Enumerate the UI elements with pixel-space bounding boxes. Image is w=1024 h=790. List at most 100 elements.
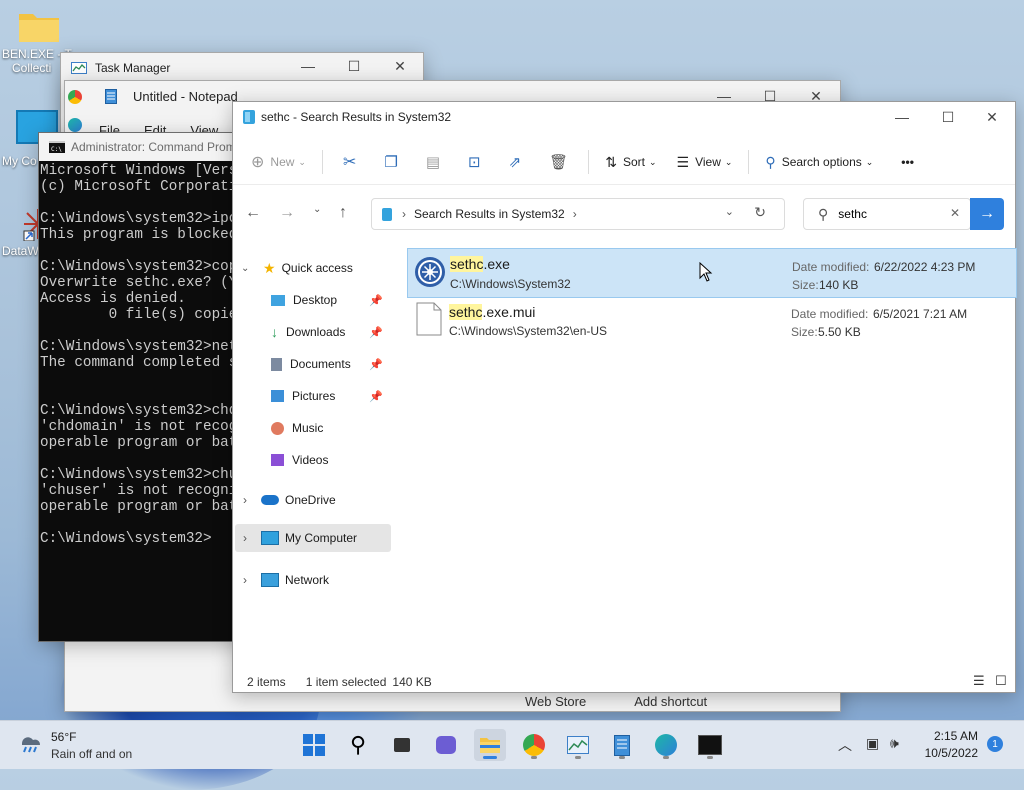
rename-button[interactable]: ⊡ <box>454 146 495 178</box>
chrome-icon <box>68 90 82 104</box>
search-icon[interactable]: ⚲ <box>342 729 374 761</box>
maximize-button[interactable]: ☐ <box>925 102 971 132</box>
cmd-icon: C:\ <box>49 141 65 153</box>
rename-icon: ⊡ <box>468 154 481 171</box>
sort-icon: ⇅ <box>605 153 617 170</box>
mouse-cursor-icon <box>699 262 713 282</box>
paste-button[interactable]: ▤ <box>412 146 454 178</box>
up-arrow-icon[interactable]: ↑ <box>339 204 347 222</box>
file-name: sethc.exe <box>450 256 510 272</box>
chevron-right-icon: › <box>402 207 406 221</box>
documents-icon <box>271 357 282 371</box>
notepad-taskbar-icon[interactable] <box>606 729 638 761</box>
cut-button[interactable]: ✂ <box>329 146 370 178</box>
sidebar-item-network[interactable]: › Network <box>233 566 389 594</box>
clock-time[interactable]: 2:15 AM <box>922 729 978 743</box>
list-item[interactable]: sethc.exe.mui C:\Windows\System32\en-US … <box>407 296 1015 344</box>
plus-icon: ⊕ <box>251 154 265 171</box>
breadcrumb[interactable]: Search Results in System32 <box>414 207 565 221</box>
clock-date[interactable]: 10/5/2022 <box>918 746 978 760</box>
task-view-icon[interactable] <box>386 729 418 761</box>
share-button[interactable]: ⇗ <box>495 146 536 178</box>
task-manager-icon <box>71 62 87 74</box>
sidebar-item-videos[interactable]: Videos <box>233 446 389 474</box>
close-button[interactable]: ✕ <box>969 102 1015 132</box>
copy-button[interactable]: ❐ <box>370 146 411 178</box>
tiles-view-icon[interactable]: ☐ <box>995 673 1007 689</box>
start-button[interactable] <box>298 729 330 761</box>
sidebar-item-my-computer[interactable]: › My Computer <box>235 524 391 552</box>
chevron-down-icon[interactable]: ⌄ <box>725 205 734 218</box>
chrome-taskbar-icon[interactable] <box>518 729 550 761</box>
size-value: 5.50 KB <box>818 325 861 339</box>
arrow-right-icon: → <box>979 205 995 222</box>
forward-arrow-icon[interactable]: → <box>279 204 295 222</box>
refresh-icon[interactable]: ↻ <box>754 204 766 221</box>
status-bar: 2 items 1 item selected 140 KB <box>247 675 432 689</box>
chat-icon[interactable] <box>430 729 462 761</box>
date-label: Date modified: <box>792 260 870 274</box>
more-button[interactable]: ••• <box>891 146 924 178</box>
maximize-button[interactable]: ☐ <box>331 51 377 81</box>
sidebar-item-music[interactable]: Music <box>233 414 389 442</box>
file-explorer-taskbar-icon[interactable] <box>474 729 506 761</box>
size-label: Size: <box>791 325 818 339</box>
volume-icon[interactable]: 🕪 <box>890 735 899 752</box>
view-icon: ☰ <box>676 153 690 170</box>
edge-taskbar-icon[interactable] <box>650 729 682 761</box>
date-value: 6/5/2021 7:21 AM <box>873 307 968 321</box>
sidebar-item-quick-access[interactable]: ⌄ ★ Quick access <box>233 254 389 282</box>
search-icon: ⚲ <box>818 205 829 222</box>
view-button[interactable]: ☰ View ⌄ <box>667 146 743 178</box>
rain-cloud-icon <box>18 731 44 759</box>
delete-button[interactable]: 🗑 <box>535 146 582 178</box>
terminal-taskbar-icon[interactable] <box>694 729 726 761</box>
minimize-button[interactable]: — <box>879 102 925 132</box>
svg-text:C:\: C:\ <box>51 146 62 153</box>
sidebar-item-onedrive[interactable]: › OneDrive <box>233 486 389 514</box>
size-label: Size: <box>792 278 819 292</box>
search-options-button[interactable]: ⚲ Search options ⌄ <box>755 146 883 178</box>
weather-temp[interactable]: 56°F <box>51 730 76 744</box>
star-icon: ★ <box>263 259 276 276</box>
search-go-button[interactable]: → <box>970 198 1004 230</box>
chevron-right-icon: › <box>243 573 247 587</box>
selection-count: 1 item selected <box>305 675 387 689</box>
recent-chevron-icon[interactable]: ⌄ <box>313 204 321 215</box>
address-bar[interactable]: › Search Results in System32 › ⌄ ↻ <box>371 198 785 230</box>
task-manager-taskbar-icon[interactable] <box>562 729 594 761</box>
chevron-right-icon: › <box>572 207 577 221</box>
pin-icon: 📌 <box>369 294 383 307</box>
accessibility-app-icon <box>415 257 445 287</box>
divider <box>321 150 323 174</box>
minimize-button[interactable]: — <box>285 51 331 81</box>
sidebar-item-documents[interactable]: Documents 📌 <box>233 350 389 378</box>
close-button[interactable]: ✕ <box>377 51 423 81</box>
new-button[interactable]: ⊕ New ⌄ <box>233 146 316 178</box>
copy-icon: ❐ <box>384 154 398 171</box>
clear-search-icon[interactable]: ✕ <box>950 206 960 220</box>
notification-badge[interactable]: 1 <box>987 736 1003 752</box>
item-count: 2 items <box>247 675 286 689</box>
share-icon: ⇗ <box>508 154 522 171</box>
chevron-down-icon: ⌄ <box>648 156 657 167</box>
explorer-title: sethc - Search Results in System32 <box>261 110 452 124</box>
navigation-pane: ⌄ ★ Quick access Desktop 📌 ↓ Downloads 📌… <box>233 252 393 672</box>
back-arrow-icon[interactable]: ← <box>245 204 261 222</box>
behind-text: Web Store Add shortcut <box>525 694 708 709</box>
weather-desc[interactable]: Rain off and on <box>51 747 132 761</box>
network-tray-icon[interactable]: ▣ <box>866 735 879 752</box>
sidebar-item-desktop[interactable]: Desktop 📌 <box>233 286 389 314</box>
sidebar-item-downloads[interactable]: ↓ Downloads 📌 <box>233 318 389 346</box>
search-input[interactable]: ⚲ sethc ✕ <box>803 198 971 230</box>
details-view-icon[interactable]: ☰ <box>973 673 985 689</box>
edge-icon <box>68 118 82 132</box>
sidebar-item-pictures[interactable]: Pictures 📌 <box>233 382 389 410</box>
sort-button[interactable]: ⇅ Sort ⌄ <box>595 146 666 178</box>
chevron-up-icon[interactable]: ︿ <box>838 735 852 755</box>
document-icon <box>416 302 442 336</box>
explorer-window[interactable]: sethc - Search Results in System32 — ☐ ✕… <box>232 101 1017 693</box>
file-path: C:\Windows\System32\en-US <box>449 324 608 338</box>
divider <box>748 150 750 174</box>
computer-icon <box>261 531 279 545</box>
